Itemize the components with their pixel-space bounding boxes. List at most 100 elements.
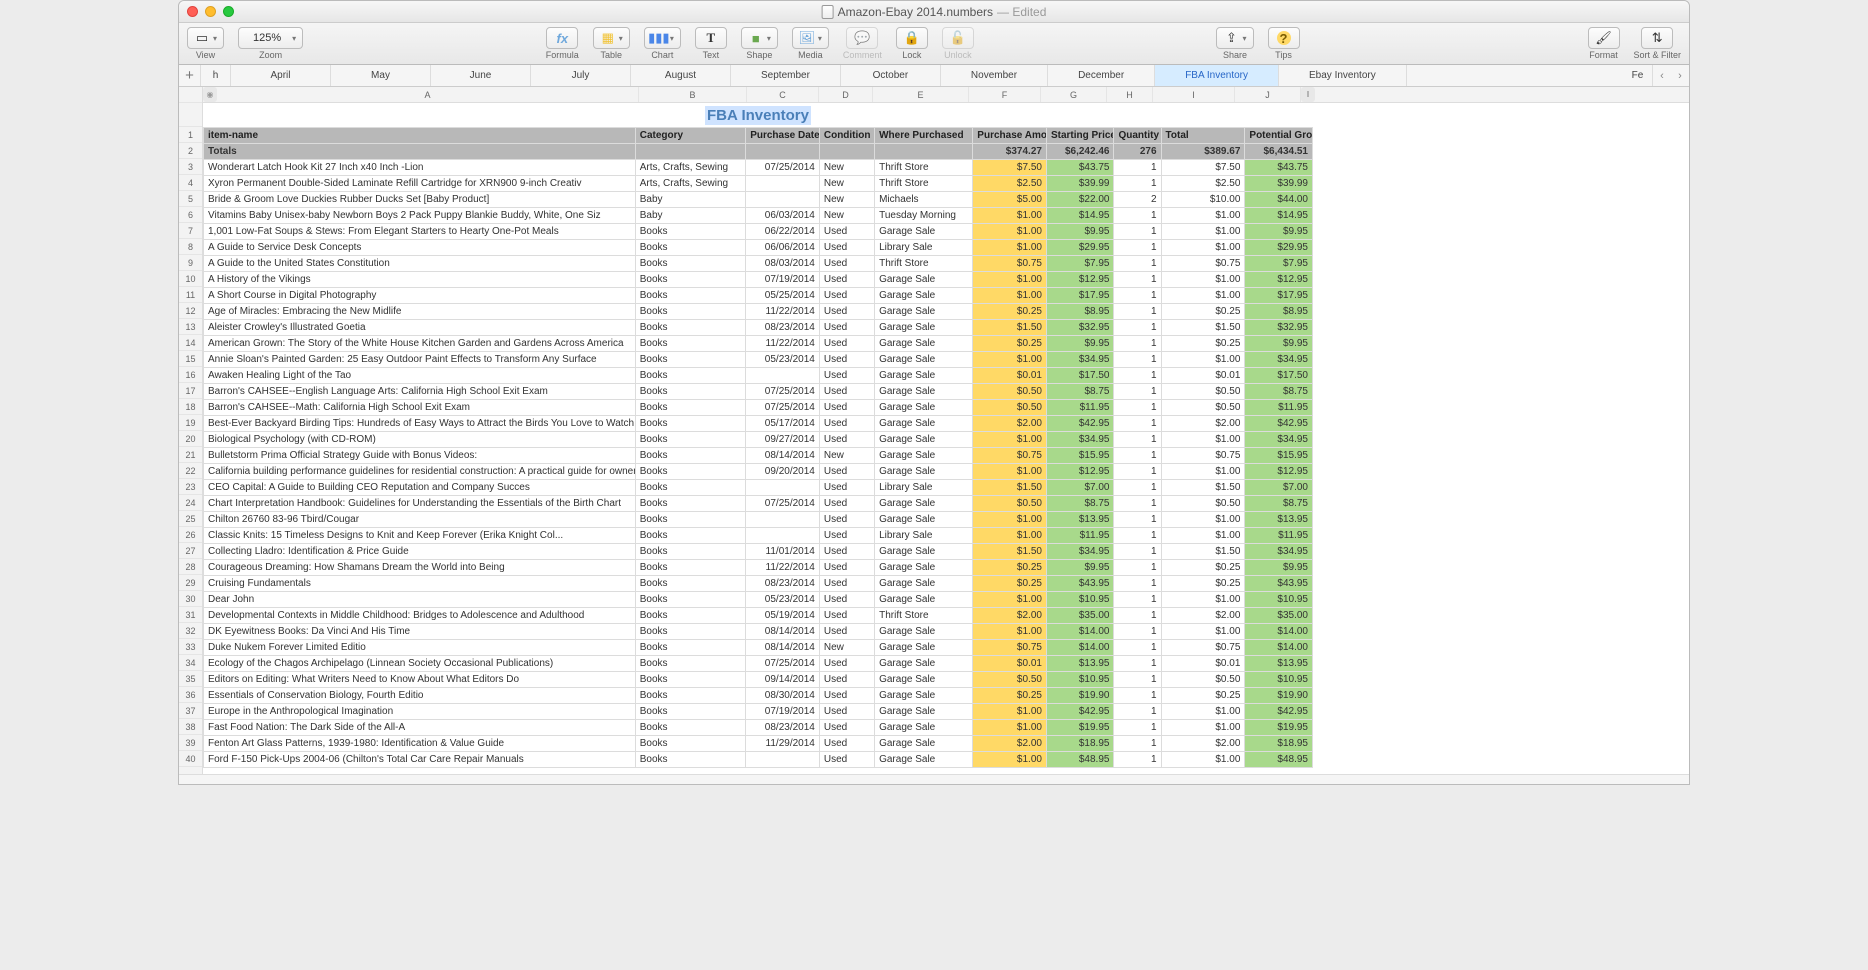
row-number[interactable]: 32 xyxy=(179,623,202,639)
table-row[interactable]: Dear JohnBooks05/23/2014UsedGarage Sale$… xyxy=(204,592,1313,608)
table-row[interactable]: Courageous Dreaming: How Shamans Dream t… xyxy=(204,560,1313,576)
chart-button[interactable]: ▮▮▮▾ xyxy=(644,27,681,49)
header-cell[interactable]: Potential Gross xyxy=(1245,128,1313,144)
row-number[interactable]: 22 xyxy=(179,463,202,479)
table-handle-left[interactable]: ◉ xyxy=(203,87,217,102)
table-row[interactable]: Vitamins Baby Unisex-baby Newborn Boys 2… xyxy=(204,208,1313,224)
table-row[interactable]: Best-Ever Backyard Birding Tips: Hundred… xyxy=(204,416,1313,432)
table-row[interactable]: CEO Capital: A Guide to Building CEO Rep… xyxy=(204,480,1313,496)
header-cell[interactable]: Quantity xyxy=(1114,128,1161,144)
row-number[interactable]: 16 xyxy=(179,367,202,383)
table-row[interactable]: Europe in the Anthropological Imaginatio… xyxy=(204,704,1313,720)
header-cell[interactable]: Condition xyxy=(819,128,874,144)
totals-row[interactable]: Totals$374.27$6,242.46276$389.67$6,434.5… xyxy=(204,144,1313,160)
table-row[interactable]: Cruising FundamentalsBooks08/23/2014Used… xyxy=(204,576,1313,592)
row-number[interactable]: 23 xyxy=(179,479,202,495)
table-row[interactable]: Ford F-150 Pick-Ups 2004-06 (Chilton's T… xyxy=(204,752,1313,768)
format-button[interactable]: 🖌 xyxy=(1588,27,1620,49)
row-number[interactable]: 34 xyxy=(179,655,202,671)
row-number[interactable]: 13 xyxy=(179,319,202,335)
row-number[interactable]: 26 xyxy=(179,527,202,543)
row-number[interactable]: 24 xyxy=(179,495,202,511)
column-header-H[interactable]: H xyxy=(1107,87,1153,102)
header-cell[interactable]: Where Purchased xyxy=(875,128,973,144)
row-number[interactable]: 39 xyxy=(179,735,202,751)
row-number[interactable]: 3 xyxy=(179,159,202,175)
share-button[interactable]: ⇪▾ xyxy=(1216,27,1253,49)
row-number[interactable]: 10 xyxy=(179,271,202,287)
row-number[interactable]: 15 xyxy=(179,351,202,367)
table-handle-right[interactable]: ‖ xyxy=(1301,87,1315,102)
row-number[interactable]: 30 xyxy=(179,591,202,607)
header-cell[interactable]: Purchase Date xyxy=(746,128,820,144)
tab-october[interactable]: October xyxy=(841,65,941,86)
column-header-C[interactable]: C xyxy=(747,87,819,102)
tab-april[interactable]: April xyxy=(231,65,331,86)
unlock-button[interactable]: 🔓 xyxy=(942,27,974,49)
text-button[interactable]: T xyxy=(695,27,727,49)
column-header-A[interactable]: A xyxy=(217,87,639,102)
table-row[interactable]: Chart Interpretation Handbook: Guideline… xyxy=(204,496,1313,512)
table-row[interactable]: Essentials of Conservation Biology, Four… xyxy=(204,688,1313,704)
row-number[interactable]: 2 xyxy=(179,143,202,159)
row-number[interactable]: 33 xyxy=(179,639,202,655)
table-row[interactable]: Duke Nukem Forever Limited EditioBooks08… xyxy=(204,640,1313,656)
row-number[interactable]: 19 xyxy=(179,415,202,431)
row-number[interactable]: 6 xyxy=(179,207,202,223)
row-number[interactable]: 17 xyxy=(179,383,202,399)
tab-december[interactable]: December xyxy=(1048,65,1155,86)
row-number[interactable]: 20 xyxy=(179,431,202,447)
tabs-prev-button[interactable]: ‹ xyxy=(1653,65,1671,86)
table-row[interactable]: Chilton 26760 83-96 Tbird/CougarBooksUse… xyxy=(204,512,1313,528)
table-button[interactable]: ▦▾ xyxy=(593,27,630,49)
table-row[interactable]: Awaken Healing Light of the TaoBooksUsed… xyxy=(204,368,1313,384)
row-number[interactable]: 35 xyxy=(179,671,202,687)
table-row[interactable]: Fenton Art Glass Patterns, 1939-1980: Id… xyxy=(204,736,1313,752)
table-row[interactable]: Developmental Contexts in Middle Childho… xyxy=(204,608,1313,624)
table-row[interactable]: Bulletstorm Prima Official Strategy Guid… xyxy=(204,448,1313,464)
table-row[interactable]: Xyron Permanent Double-Sided Laminate Re… xyxy=(204,176,1313,192)
row-number[interactable]: 11 xyxy=(179,287,202,303)
view-button[interactable]: ▭▾ xyxy=(187,27,224,49)
row-number[interactable]: 9 xyxy=(179,255,202,271)
row-number[interactable]: 25 xyxy=(179,511,202,527)
tab-august[interactable]: August xyxy=(631,65,731,86)
table-row[interactable]: Editors on Editing: What Writers Need to… xyxy=(204,672,1313,688)
column-header-F[interactable]: F xyxy=(969,87,1041,102)
table-row[interactable]: Classic Knits: 15 Timeless Designs to Kn… xyxy=(204,528,1313,544)
row-number[interactable]: 31 xyxy=(179,607,202,623)
row-number[interactable]: 28 xyxy=(179,559,202,575)
tab-fba-inventory[interactable]: FBA Inventory xyxy=(1155,65,1279,86)
table-row[interactable]: DK Eyewitness Books: Da Vinci And His Ti… xyxy=(204,624,1313,640)
tab-ebay-inventory[interactable]: Ebay Inventory xyxy=(1279,65,1407,86)
table-row[interactable]: A History of the VikingsBooks07/19/2014U… xyxy=(204,272,1313,288)
column-header-J[interactable]: J xyxy=(1235,87,1301,102)
tab-june[interactable]: June xyxy=(431,65,531,86)
table-row[interactable]: Bride & Groom Love Duckies Rubber Ducks … xyxy=(204,192,1313,208)
media-button[interactable]: 🖼▾ xyxy=(792,27,829,49)
minimize-window-button[interactable] xyxy=(205,6,216,17)
row-number[interactable]: 37 xyxy=(179,703,202,719)
header-cell[interactable]: Category xyxy=(635,128,745,144)
tab-partial-right[interactable]: Fe xyxy=(1623,65,1653,86)
table-row[interactable]: Barron's CAHSEE--English Language Arts: … xyxy=(204,384,1313,400)
table-row[interactable]: A Guide to the United States Constitutio… xyxy=(204,256,1313,272)
table-row[interactable]: A Short Course in Digital PhotographyBoo… xyxy=(204,288,1313,304)
row-number[interactable]: 1 xyxy=(179,127,202,143)
column-header-E[interactable]: E xyxy=(873,87,969,102)
tab-september[interactable]: September xyxy=(731,65,841,86)
tab-july[interactable]: July xyxy=(531,65,631,86)
zoom-window-button[interactable] xyxy=(223,6,234,17)
header-cell[interactable]: Starting Price xyxy=(1046,128,1114,144)
column-header-B[interactable]: B xyxy=(639,87,747,102)
row-number[interactable]: 8 xyxy=(179,239,202,255)
tips-button[interactable]: ? xyxy=(1268,27,1300,49)
tab-november[interactable]: November xyxy=(941,65,1048,86)
table-row[interactable]: Collecting Lladro: Identification & Pric… xyxy=(204,544,1313,560)
header-cell[interactable]: Total xyxy=(1161,128,1245,144)
table-row[interactable]: 1,001 Low-Fat Soups & Stews: From Elegan… xyxy=(204,224,1313,240)
column-header-G[interactable]: G xyxy=(1041,87,1107,102)
row-number[interactable]: 18 xyxy=(179,399,202,415)
column-header-I[interactable]: I xyxy=(1153,87,1235,102)
row-number[interactable]: 7 xyxy=(179,223,202,239)
